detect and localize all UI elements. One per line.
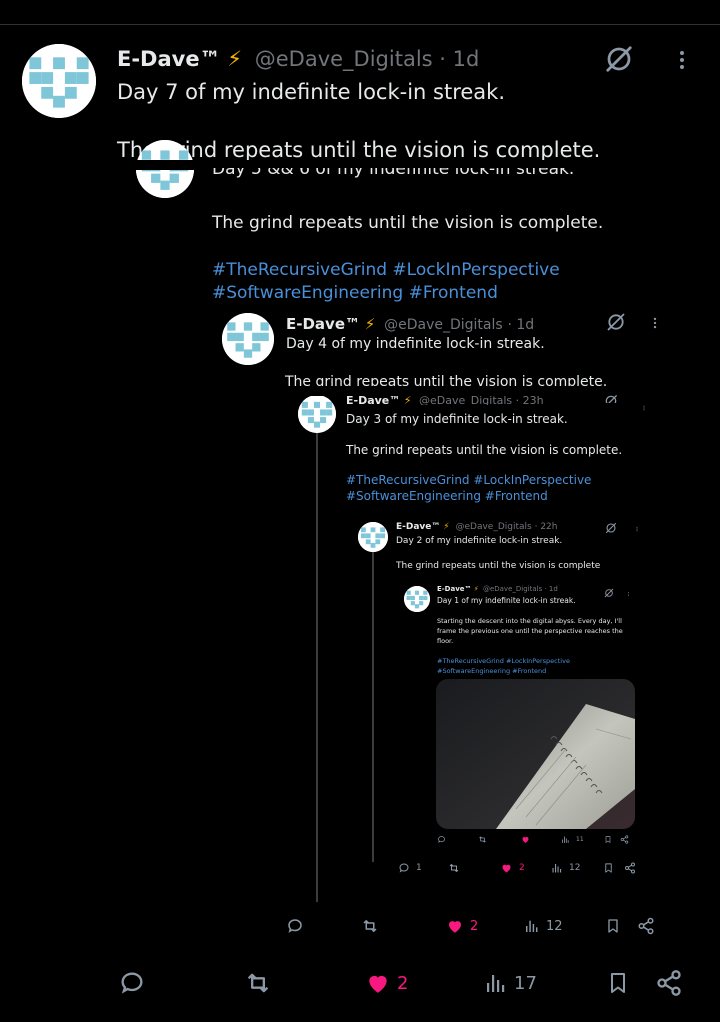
author-name[interactable]: E-Dave™ <box>346 394 400 405</box>
views-button[interactable]: 12 <box>524 917 563 935</box>
top-divider <box>0 0 720 25</box>
like-count: 2 <box>397 972 409 994</box>
like-count: 2 <box>470 918 479 934</box>
quote3-header: E-Dave™ ⚡ @eDave_Digitals · 23h <box>346 393 544 405</box>
author-name[interactable]: E-Dave™ <box>286 315 360 333</box>
quote1-text-line1: Day 5 && 6 of my indefinite lock-in stre… <box>212 166 574 180</box>
post-time[interactable]: · 1d <box>439 47 479 71</box>
thread-line <box>316 432 318 902</box>
repost-button[interactable] <box>361 917 379 935</box>
post-time[interactable]: · 23h <box>516 394 544 405</box>
views-button[interactable]: 12 <box>551 862 580 874</box>
bookmark-button[interactable] <box>603 862 614 874</box>
post-time[interactable]: · 1d <box>544 585 557 593</box>
quote3-tags-line2[interactable]: #SoftwareEngineering #Frontend <box>346 488 548 504</box>
share-button[interactable] <box>620 835 629 844</box>
quote4-text-line1: Day 2 of my indefinite lock-in streak. <box>396 536 563 546</box>
quote1-tags-line2[interactable]: #SoftwareEngineering #Frontend <box>212 281 498 305</box>
views-count: 11 <box>576 836 584 843</box>
repost-button[interactable] <box>244 969 272 997</box>
reply-button[interactable]: 1 <box>398 862 422 874</box>
quote4-header: E-Dave™ ⚡ @eDave_Digitals · 22h <box>396 520 557 534</box>
grok-icon[interactable] <box>604 393 618 403</box>
lightning-icon: ⚡ <box>473 585 479 593</box>
bookmark-button[interactable] <box>606 969 630 997</box>
more-icon[interactable] <box>648 313 662 333</box>
author-name[interactable]: E-Dave™ <box>396 522 440 532</box>
views-button[interactable]: 17 <box>484 969 537 997</box>
more-icon[interactable] <box>626 584 631 594</box>
post-text-line1: Day 7 of my indefinite lock-in streak. <box>117 80 506 104</box>
avatar[interactable] <box>22 44 96 118</box>
views-count: 12 <box>546 918 563 934</box>
like-button[interactable]: 2 <box>446 917 478 935</box>
quote3-text-line2: The grind repeats until the vision is co… <box>346 443 623 457</box>
lightning-icon: ⚡ <box>403 394 412 405</box>
reply-count: 1 <box>416 863 422 873</box>
share-button[interactable] <box>655 969 683 997</box>
quote5-tags-line1[interactable]: #TheRecursiveGrind #LockInPerspective <box>437 656 570 666</box>
bookmark-button[interactable] <box>605 917 621 935</box>
reply-button[interactable] <box>437 835 452 844</box>
post-time[interactable]: · 22h <box>535 522 558 532</box>
quote1-text-line2: The grind repeats until the vision is co… <box>212 213 604 233</box>
quote3-text-line1: Day 3 of my indefinite lock-in streak. <box>346 412 568 426</box>
post-header: E-Dave™ ⚡ @eDave_Digitals · 1d <box>117 44 479 74</box>
grok-icon[interactable] <box>604 583 614 593</box>
quote5-tags-line2[interactable]: #SoftwareEngineering #Frontend <box>437 666 546 676</box>
avatar[interactable] <box>222 313 274 365</box>
repost-button[interactable] <box>478 835 487 844</box>
avatar[interactable] <box>358 522 388 552</box>
bookmark-button[interactable] <box>604 835 612 844</box>
quote5-text-line1: Day 1 of my indefinite lock-in streak. <box>437 596 576 605</box>
quote5-text-line3: frame the previous one until the perspec… <box>437 627 623 635</box>
lightning-icon: ⚡ <box>443 522 450 532</box>
quote3-tags-line1[interactable]: #TheRecursiveGrind #LockInPerspective <box>346 472 591 488</box>
more-icon[interactable] <box>670 46 694 74</box>
like-button[interactable]: 2 <box>365 969 408 997</box>
author-handle[interactable]: @eDave_Digitals <box>384 317 503 333</box>
reply-button[interactable] <box>118 969 146 997</box>
author-name[interactable]: E-Dave™ <box>117 47 221 71</box>
reply-button[interactable] <box>286 917 304 935</box>
quote4-text-line2: The grind repeats until the vision is co… <box>396 561 601 571</box>
quote2-header: E-Dave™ ⚡ @eDave_Digitals · 1d <box>286 313 534 336</box>
lightning-icon: ⚡ <box>227 47 243 71</box>
author-handle[interactable]: @eDave_Digitals <box>455 522 531 532</box>
thread-line <box>372 552 374 862</box>
author-handle[interactable]: @eDave_Digitals <box>483 585 542 593</box>
author-handle[interactable]: @eDave_Digitals <box>255 47 433 71</box>
avatar[interactable] <box>404 586 430 612</box>
quote2-text-line1: Day 4 of my indefinite lock-in streak. <box>286 336 545 352</box>
like-button[interactable] <box>521 835 536 844</box>
grok-icon[interactable] <box>606 312 626 332</box>
views-count: 17 <box>514 972 537 994</box>
share-button[interactable] <box>624 862 636 874</box>
quote1-tags-line1[interactable]: #TheRecursiveGrind #LockInPerspective <box>212 258 560 282</box>
quote5-header: E-Dave™ ⚡ @eDave_Digitals · 1d <box>437 584 558 594</box>
cut-action-row <box>340 898 660 904</box>
more-icon[interactable] <box>641 398 647 408</box>
like-button[interactable]: 2 <box>500 862 525 874</box>
like-count: 2 <box>519 863 525 873</box>
author-handle[interactable]: @eDave_Digitals <box>419 394 512 405</box>
avatar[interactable] <box>298 395 336 433</box>
grok-icon[interactable] <box>605 519 617 531</box>
views-count: 12 <box>569 863 581 873</box>
post-time[interactable]: · 1d <box>507 317 534 333</box>
notebook-photo[interactable] <box>436 679 635 829</box>
views-button[interactable]: 11 <box>561 835 584 844</box>
lightning-icon: ⚡ <box>364 315 376 333</box>
grok-icon[interactable] <box>604 44 634 74</box>
clip-mask-3 <box>0 160 720 168</box>
share-button[interactable] <box>637 917 655 935</box>
repost-button[interactable] <box>448 862 460 874</box>
quote5-text-line4: floor. <box>437 637 454 645</box>
author-name[interactable]: E-Dave™ <box>437 585 472 593</box>
more-icon[interactable] <box>634 520 640 532</box>
quote5-text-line2: Starting the descent into the digital ab… <box>437 617 622 625</box>
